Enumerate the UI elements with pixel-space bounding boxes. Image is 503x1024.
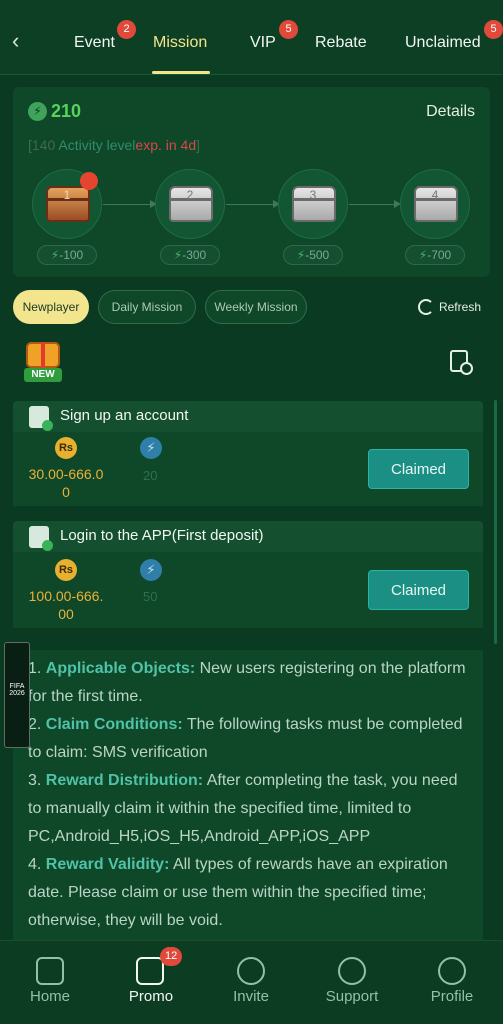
active-tab-indicator [152,71,210,74]
lightning-icon: ⚡ [28,102,47,121]
chest-cost: ⚡-100 [37,245,97,265]
arrow-icon [349,200,401,208]
tab-rebate[interactable]: Rebate [315,34,367,52]
task-header: Login to the APP(First deposit) [13,521,483,552]
claimed-button[interactable]: Claimed [368,449,469,489]
activity-expiry: exp. in 4d [135,137,197,153]
task-title: Login to the APP(First deposit) [60,527,264,544]
chest-cost: ⚡-300 [160,245,220,265]
tab-newplayer[interactable]: Newplayer [13,290,89,324]
task-reward-amount-line2: 00 [58,606,74,622]
chest-number: 2 [186,188,194,202]
nav-promo[interactable]: Promo [111,988,191,1005]
chest-2[interactable]: 2 [155,169,225,239]
rule-title: Claim Conditions: [45,716,183,733]
lightning-icon: ⚡ [140,437,162,459]
lightning-icon: ⚡ [296,248,306,262]
chest-3[interactable]: 3 [278,169,348,239]
rule-title: Reward Distribution: [45,772,204,789]
rule-item: 4. Reward Validity: All types of rewards… [28,851,468,935]
chest-cost: ⚡-500 [283,245,343,265]
activity-points: ⚡ 210 [28,101,81,122]
rule-number: 4. [28,856,46,873]
history-icon[interactable] [450,350,473,375]
task-reward-amount-line1: 30.00-666.0 [28,466,104,482]
chest-cost-value: -300 [182,248,207,262]
chest-notification-dot [80,172,98,190]
refresh-button[interactable]: Refresh [417,299,481,315]
arrow-icon [103,200,157,208]
scrollbar[interactable] [494,400,497,644]
tab-vip-badge: 5 [279,20,298,39]
login-app-icon [29,526,53,551]
rule-title: Applicable Objects: [45,660,196,677]
lightning-icon: ⚡ [418,248,428,262]
rule-item: 2. Claim Conditions: The following tasks… [28,711,468,767]
activity-level-value: [140 [28,137,56,153]
claimed-button[interactable]: Claimed [368,570,469,610]
clipboard-check-icon [29,406,53,431]
chest-cost-value: -500 [305,248,330,262]
rupee-coin-icon: Rs [55,559,77,581]
tab-vip[interactable]: VIP [250,34,276,52]
rule-item: 1. Applicable Objects: New users registe… [28,655,468,711]
tab-event[interactable]: Event [74,34,115,52]
fifa-year: 2026 [9,690,25,697]
activity-level-suffix: ] [196,137,201,153]
rule-item: 3. Reward Distribution: After completing… [28,767,468,851]
chest-number: 1 [63,188,71,202]
chest-number: 4 [431,188,439,202]
task-points: 20 [143,468,158,483]
home-icon [36,957,64,985]
task-reward-amount-line1: 100.00-666. [28,588,104,604]
chest-cost: ⚡-700 [405,245,465,265]
back-arrow-icon[interactable]: ‹ [12,30,19,52]
invite-people-icon [237,957,265,985]
chest-cost-value: -100 [59,248,84,262]
rule-title: Reward Validity: [45,856,170,873]
new-gift-icon: NEW [20,338,66,382]
task-points: 50 [143,589,158,604]
tab-mission[interactable]: Mission [153,34,207,52]
task-reward-amount: 30.00-666.0 0 [20,465,112,501]
rupee-coin-icon: Rs [55,437,77,459]
tab-unclaimed[interactable]: Unclaimed [405,34,481,52]
nav-home[interactable]: Home [10,988,90,1005]
task-reward-amount-line2: 0 [62,484,70,500]
profile-icon [438,957,466,985]
tab-daily-mission[interactable]: Daily Mission [98,290,196,324]
promo-badge: 12 [160,947,183,966]
tab-weekly-mission[interactable]: Weekly Mission [205,290,307,324]
nav-profile[interactable]: Profile [412,988,492,1005]
chest-4[interactable]: 4 [400,169,470,239]
fifa-label: FIFA [9,683,25,690]
activity-level-label: Activity level [58,137,136,153]
tab-event-badge: 2 [117,20,136,39]
new-badge: NEW [24,368,62,382]
refresh-label: Refresh [438,300,481,314]
tab-unclaimed-badge: 5 [484,20,503,39]
chest-number: 3 [309,188,317,202]
chest-cost-value: -700 [427,248,452,262]
task-header: Sign up an account [13,401,483,432]
rule-number: 3. [28,772,46,789]
activity-level-line: [140 Activity levelexp. in 4d] [28,137,200,153]
lightning-icon: ⚡ [50,248,60,262]
nav-invite[interactable]: Invite [211,988,291,1005]
rule-number: 1. [28,660,46,677]
headset-icon [338,957,366,985]
gift-icon [136,957,164,985]
activity-points-value: 210 [51,101,82,121]
details-link[interactable]: Details [426,103,475,121]
refresh-icon [417,299,434,315]
rule-number: 2. [28,716,46,733]
lightning-icon: ⚡ [173,248,183,262]
arrow-icon [226,200,280,208]
nav-support[interactable]: Support [312,988,392,1005]
lightning-icon: ⚡ [140,559,162,581]
task-title: Sign up an account [60,407,189,424]
task-reward-amount: 100.00-666. 00 [20,587,112,623]
fifa-floating-banner[interactable]: FIFA 2026 [4,642,30,748]
